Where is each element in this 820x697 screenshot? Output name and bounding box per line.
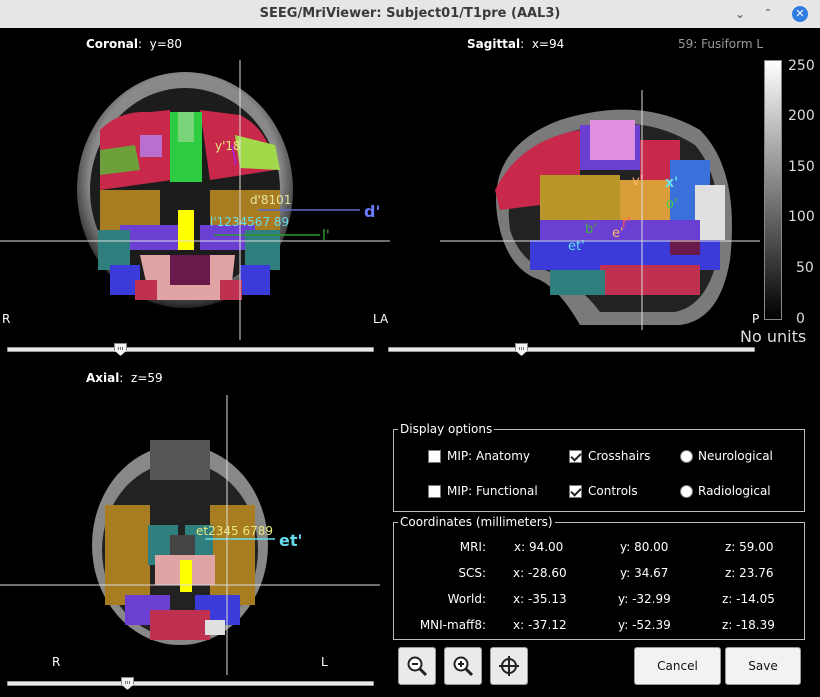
zoom-in-icon bbox=[453, 656, 474, 677]
coronal-d-contacts: d'8101 bbox=[250, 193, 291, 207]
coord-mni-y: y: -52.39 bbox=[618, 618, 671, 632]
center-view-button[interactable] bbox=[490, 647, 528, 685]
coord-scs-y: y: 34.67 bbox=[620, 566, 669, 580]
neurological-radio[interactable]: Neurological bbox=[680, 449, 773, 463]
axial-label: Axial: z=59 bbox=[86, 371, 163, 385]
coronal-orient-left: R bbox=[2, 312, 11, 326]
coord-mni-z: z: -18.39 bbox=[722, 618, 775, 632]
coord-mni-x: x: -37.12 bbox=[513, 618, 567, 632]
axial-slider-thumb[interactable] bbox=[121, 677, 134, 690]
coronal-l-electrode-label: l' bbox=[322, 228, 330, 244]
colorbar-tick-150: 150 bbox=[788, 159, 815, 175]
radiological-radio-dot[interactable] bbox=[680, 484, 693, 498]
cancel-button[interactable]: Cancel bbox=[634, 647, 721, 685]
zoom-out-button[interactable] bbox=[398, 647, 436, 685]
coronal-d-electrode-label: d' bbox=[364, 202, 380, 221]
coronal-slider[interactable] bbox=[7, 347, 374, 352]
crosshair-target-icon bbox=[499, 656, 519, 676]
mip-anatomy-label: MIP: Anatomy bbox=[447, 449, 530, 463]
neurological-label: Neurological bbox=[698, 449, 773, 463]
sagittal-o-label: o' bbox=[666, 197, 678, 212]
axial-slider[interactable] bbox=[7, 681, 374, 686]
coronal-orient-right: LA bbox=[373, 312, 389, 326]
coord-mri-y: y: 80.00 bbox=[620, 540, 669, 554]
zoom-in-button[interactable] bbox=[444, 647, 482, 685]
radiological-radio[interactable]: Radiological bbox=[680, 484, 771, 498]
sagittal-b-label: b' bbox=[585, 222, 597, 237]
coronal-y18-label: y'18 bbox=[215, 139, 241, 153]
mip-functional-checkbox[interactable]: MIP: Functional bbox=[428, 484, 538, 498]
mip-functional-box[interactable] bbox=[428, 484, 441, 498]
colorbar-units: No units bbox=[740, 327, 807, 346]
sagittal-coord: x=94 bbox=[531, 37, 565, 51]
display-options-panel: Display options bbox=[393, 422, 805, 512]
neurological-radio-dot[interactable] bbox=[680, 449, 693, 463]
coronal-slider-thumb[interactable] bbox=[114, 343, 127, 356]
coronal-title: Coronal bbox=[86, 37, 138, 51]
coord-scs-z: z: 23.76 bbox=[725, 566, 774, 580]
axial-orient-left: R bbox=[52, 655, 61, 669]
zoom-out-icon bbox=[407, 656, 428, 677]
crosshairs-checkbox[interactable]: Crosshairs bbox=[569, 449, 650, 463]
sagittal-view[interactable]: v' x' o' r' e' b' et' bbox=[440, 90, 760, 330]
minimize-button[interactable]: ⌄ bbox=[732, 6, 748, 22]
mip-functional-label: MIP: Functional bbox=[447, 484, 538, 498]
save-button[interactable]: Save bbox=[725, 647, 801, 685]
colorbar bbox=[764, 60, 782, 320]
coord-world-y: y: -32.99 bbox=[618, 592, 671, 606]
coord-world-z: z: -14.05 bbox=[722, 592, 775, 606]
close-button[interactable]: ✕ bbox=[792, 6, 808, 22]
coordinates-title: Coordinates (millimeters) bbox=[398, 515, 555, 529]
axial-contacts: et2345 6789 bbox=[196, 524, 273, 538]
axial-title: Axial bbox=[86, 371, 120, 385]
colorbar-tick-200: 200 bbox=[788, 108, 815, 124]
coord-row-mni-label: MNI-maff8: bbox=[419, 618, 486, 632]
restore-button[interactable]: ⌃ bbox=[760, 6, 776, 22]
radiological-label: Radiological bbox=[698, 484, 771, 498]
controls-box[interactable] bbox=[569, 484, 582, 498]
colorbar-tick-50: 50 bbox=[796, 260, 814, 276]
display-options-title: Display options bbox=[398, 422, 495, 436]
window-title: SEEG/MriViewer: Subject01/T1pre (AAL3) bbox=[259, 6, 561, 21]
coronal-view[interactable]: y'18 d' d'8101 l' l'1234567 89 bbox=[0, 50, 390, 340]
coord-world-x: x: -35.13 bbox=[513, 592, 567, 606]
mip-anatomy-box[interactable] bbox=[428, 449, 441, 463]
mip-anatomy-checkbox[interactable]: MIP: Anatomy bbox=[428, 449, 530, 463]
colorbar-tick-100: 100 bbox=[788, 209, 815, 225]
coronal-label: Coronal: y=80 bbox=[86, 37, 183, 51]
colorbar-tick-0: 0 bbox=[796, 311, 805, 327]
controls-checkbox[interactable]: Controls bbox=[569, 484, 638, 498]
axial-coord: z=59 bbox=[131, 371, 163, 385]
coronal-l-contacts: l'1234567 89 bbox=[210, 215, 289, 229]
crosshairs-box[interactable] bbox=[569, 449, 582, 463]
sagittal-label: Sagittal: x=94 bbox=[467, 37, 565, 51]
sagittal-orient-right: P bbox=[752, 312, 760, 326]
coord-row-world-label: World: bbox=[447, 592, 486, 606]
sagittal-slider[interactable] bbox=[388, 347, 755, 352]
coord-row-scs-label: SCS: bbox=[458, 566, 486, 580]
axial-et-electrode-label: et' bbox=[279, 531, 302, 550]
window-titlebar: SEEG/MriViewer: Subject01/T1pre (AAL3) ⌄… bbox=[0, 0, 820, 28]
coord-row-mri-label: MRI: bbox=[459, 540, 486, 554]
coord-mri-x: x: 94.00 bbox=[514, 540, 564, 554]
sagittal-x-label: x' bbox=[665, 175, 678, 191]
colorbar-tick-250: 250 bbox=[788, 58, 815, 74]
sagittal-slider-thumb[interactable] bbox=[515, 343, 528, 356]
coord-mri-z: z: 59.00 bbox=[725, 540, 774, 554]
crosshairs-label: Crosshairs bbox=[588, 449, 651, 463]
axial-view[interactable]: et2345 6789 et' bbox=[0, 395, 390, 675]
sagittal-region-label: 59: Fusiform L bbox=[678, 37, 764, 51]
coord-scs-x: x: -28.60 bbox=[513, 566, 567, 580]
controls-label: Controls bbox=[588, 484, 638, 498]
sagittal-e-label: e' bbox=[612, 226, 624, 241]
sagittal-title: Sagittal bbox=[467, 37, 521, 51]
axial-orient-right: L bbox=[321, 655, 328, 669]
coronal-coord: y=80 bbox=[149, 37, 183, 51]
